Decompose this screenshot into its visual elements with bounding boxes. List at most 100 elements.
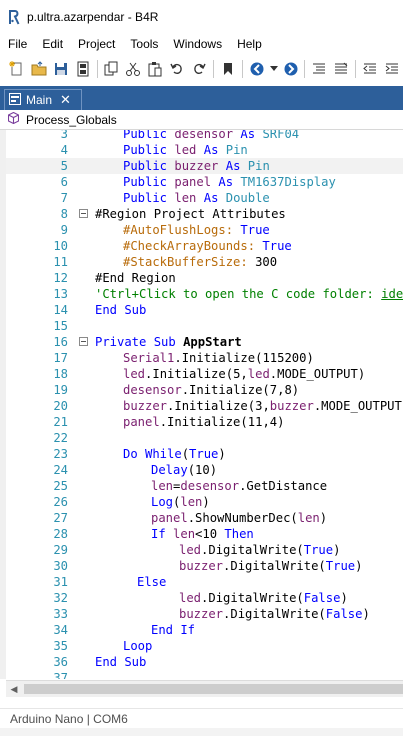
save-all-icon[interactable] [72, 58, 94, 80]
code-line[interactable]: 22 [6, 430, 403, 446]
undo-icon[interactable] [166, 58, 188, 80]
open-folder-icon[interactable] [28, 58, 50, 80]
paste-icon[interactable] [144, 58, 166, 80]
code-token: #StackBufferSize: [123, 255, 256, 269]
menu-project[interactable]: Project [70, 34, 122, 54]
code-line[interactable]: 5 Public buzzer As Pin [6, 158, 403, 174]
code-token: . [174, 351, 182, 365]
fold-toggle-icon[interactable] [79, 337, 88, 346]
nav-back-dropdown-icon[interactable] [268, 58, 280, 80]
code-line[interactable]: 24 Delay(10) [6, 462, 403, 478]
redo-icon[interactable] [188, 58, 210, 80]
tab-close-icon[interactable]: ✕ [60, 92, 71, 108]
new-file-icon[interactable] [6, 58, 28, 80]
code-token: Public [123, 143, 175, 157]
line-number: 3 [60, 130, 68, 141]
code-line[interactable]: 28 If len<10 Then [6, 526, 403, 542]
menu-file[interactable]: File [0, 34, 34, 54]
fold-toggle-icon[interactable] [79, 209, 88, 218]
line-number: 15 [53, 319, 68, 333]
comment-icon[interactable] [308, 58, 330, 80]
line-number: 21 [53, 415, 68, 429]
code-line[interactable]: 36 End Sub [6, 654, 403, 670]
uncomment-icon[interactable] [330, 58, 352, 80]
code-text: led.DigitalWrite(False) [179, 590, 348, 606]
code-token: Pin [247, 159, 270, 173]
code-line[interactable]: 14 End Sub [6, 302, 403, 318]
nav-back-icon[interactable] [246, 58, 268, 80]
code-line[interactable]: 27 panel.ShowNumberDec(len) [6, 510, 403, 526]
toolbar-separator [304, 60, 306, 78]
menu-help[interactable]: Help [229, 34, 269, 54]
code-line[interactable]: 9 #AutoFlushLogs: True [6, 222, 403, 238]
module-selector-label: Process_Globals [26, 112, 117, 127]
code-line[interactable]: 29 led.DigitalWrite(True) [6, 542, 403, 558]
menu-edit[interactable]: Edit [34, 34, 70, 54]
code-line[interactable]: 31 Else [6, 574, 403, 590]
code-line[interactable]: 12 #End Region [6, 270, 403, 286]
code-line[interactable]: 32 led.DigitalWrite(False) [6, 590, 403, 606]
code-line[interactable]: 18 led.Initialize(5,led.MODE_OUTPUT) [6, 366, 403, 382]
line-number: 35 [53, 639, 68, 653]
code-line[interactable]: 35 Loop [6, 638, 403, 654]
code-text: Do While(True) [123, 446, 226, 462]
outdent-icon[interactable] [359, 58, 381, 80]
code-text: Delay(10) [151, 462, 217, 478]
save-icon[interactable] [50, 58, 72, 80]
code-text: #StackBufferSize: 300 [123, 254, 277, 270]
line-number: 11 [53, 255, 68, 269]
code-token: len [173, 527, 196, 541]
code-token: #Region Project Attributes [95, 207, 286, 221]
code-line[interactable]: 34 End If [6, 622, 403, 638]
bookmark-icon[interactable] [217, 58, 239, 80]
menu-tools[interactable]: Tools [122, 34, 165, 54]
code-token: Initialize [181, 351, 256, 365]
code-line[interactable]: 30 buzzer.DigitalWrite(True) [6, 558, 403, 574]
cut-icon[interactable] [122, 58, 144, 80]
code-line[interactable]: 21 panel.Initialize(11,4) [6, 414, 403, 430]
line-number: 36 [53, 655, 68, 669]
code-line[interactable]: 6 Public panel As TM1637Display [6, 174, 403, 190]
code-line[interactable]: 20 buzzer.Initialize(3,buzzer.MODE_OUTPUT… [6, 398, 403, 414]
code-line[interactable]: 17 Serial1.Initialize(115200) [6, 350, 403, 366]
code-line[interactable]: 19 desensor.Initialize(7,8) [6, 382, 403, 398]
code-line[interactable]: 10 #CheckArrayBounds: True [6, 238, 403, 254]
tab-main[interactable]: Main ✕ [4, 89, 82, 110]
code-line[interactable]: 16 Private Sub AppStart [6, 334, 403, 350]
code-line[interactable]: 4 Public led As Pin [6, 142, 403, 158]
indent-icon[interactable] [381, 58, 403, 80]
code-line[interactable]: 13 'Ctrl+Click to open the C code folder:… [6, 286, 403, 302]
code-text: led.Initialize(5,led.MODE_OUTPUT) [123, 366, 365, 382]
code-line[interactable]: 8 #Region Project Attributes [6, 206, 403, 222]
line-number: 34 [53, 623, 68, 637]
copy-icon[interactable] [101, 58, 123, 80]
code-token: True [303, 543, 334, 557]
code-line[interactable]: 33 buzzer.DigitalWrite(False) [6, 606, 403, 622]
code-token: 115200 [262, 351, 307, 365]
code-token: Public [123, 175, 175, 189]
code-line[interactable]: 3 Public desensor As SRF04 [6, 130, 403, 142]
code-line[interactable]: 37 [6, 670, 403, 679]
code-token: False [303, 591, 341, 605]
toolbar [0, 56, 403, 82]
code-line[interactable]: 25 len=desensor.GetDistance [6, 478, 403, 494]
code-token: ) [202, 495, 210, 509]
code-editor[interactable]: 3 Public desensor As SRF04 4 Public led As … [0, 130, 403, 679]
code-token: desensor [174, 130, 234, 141]
scrollbar-thumb[interactable] [24, 684, 403, 694]
code-line[interactable]: 7 Public len As Double [6, 190, 403, 206]
code-line[interactable]: 26 Log(len) [6, 494, 403, 510]
code-line[interactable]: 23 Do While(True) [6, 446, 403, 462]
code-token: ) [362, 607, 370, 621]
code-text: End Sub [95, 302, 146, 318]
code-token: ) [218, 447, 226, 461]
scroll-left-arrow-icon[interactable]: ◀ [8, 683, 20, 695]
code-token: Pin [225, 143, 248, 157]
menu-windows[interactable]: Windows [165, 34, 229, 54]
board-port-status: Arduino Nano | COM6 [10, 711, 128, 726]
horizontal-scrollbar[interactable]: ◀ [6, 680, 403, 697]
nav-forward-icon[interactable] [280, 58, 302, 80]
module-selector[interactable]: Process_Globals [0, 110, 403, 130]
code-line[interactable]: 11 #StackBufferSize: 300 [6, 254, 403, 270]
code-line[interactable]: 15 [6, 318, 403, 334]
